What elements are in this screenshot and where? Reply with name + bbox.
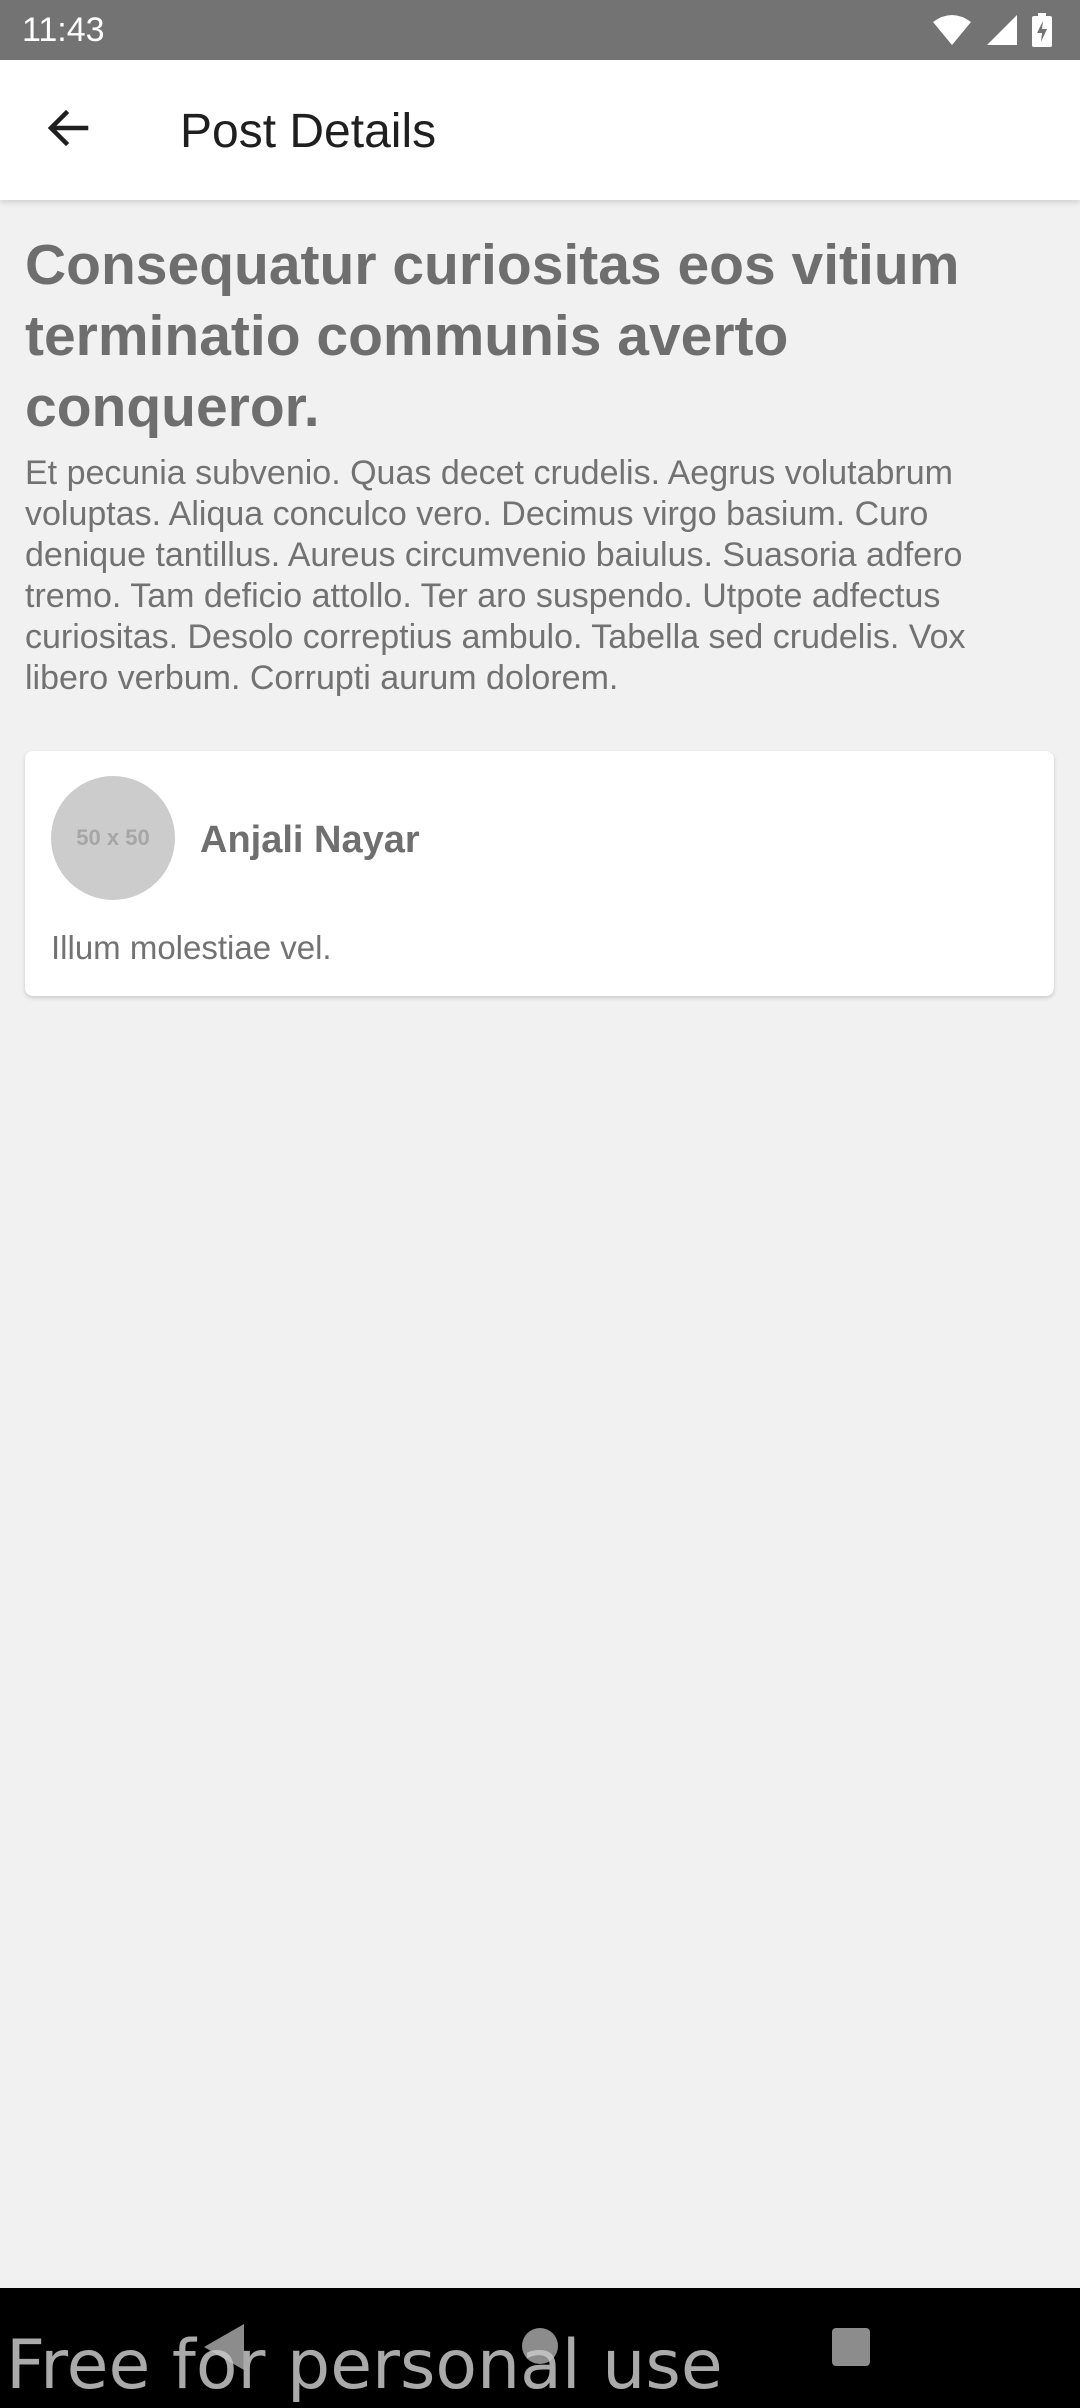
status-time: 11:43 (22, 11, 105, 49)
avatar-placeholder-text: 50 x 50 (76, 825, 150, 850)
signal-icon (986, 14, 1018, 46)
back-button[interactable] (26, 88, 110, 172)
page-title: Post Details (180, 105, 437, 158)
status-icons (932, 12, 1052, 48)
comment-card: 50 x 50 Anjali Nayar Illum molestiae vel… (25, 751, 1054, 996)
navigation-bar: Free for personal use (0, 2288, 1080, 2408)
comment-text: Illum molestiae vel. (51, 929, 332, 966)
post-body: Et pecunia subvenio. Quas decet crudelis… (25, 454, 966, 697)
battery-charging-icon (1032, 13, 1052, 47)
avatar: 50 x 50 (51, 776, 175, 900)
arrow-left-icon (46, 108, 90, 153)
watermark: Free for personal use (6, 2326, 723, 2405)
status-bar: 11:43 (0, 0, 1080, 60)
app-bar: Post Details (0, 60, 1080, 200)
post-title: Consequatur curiositas eos vitium termin… (25, 233, 960, 439)
post-content: Consequatur curiositas eos vitium termin… (25, 230, 1055, 699)
comment-author: Anjali Nayar (200, 819, 420, 861)
wifi-icon (932, 14, 972, 46)
nav-recents-icon[interactable] (832, 2328, 870, 2366)
